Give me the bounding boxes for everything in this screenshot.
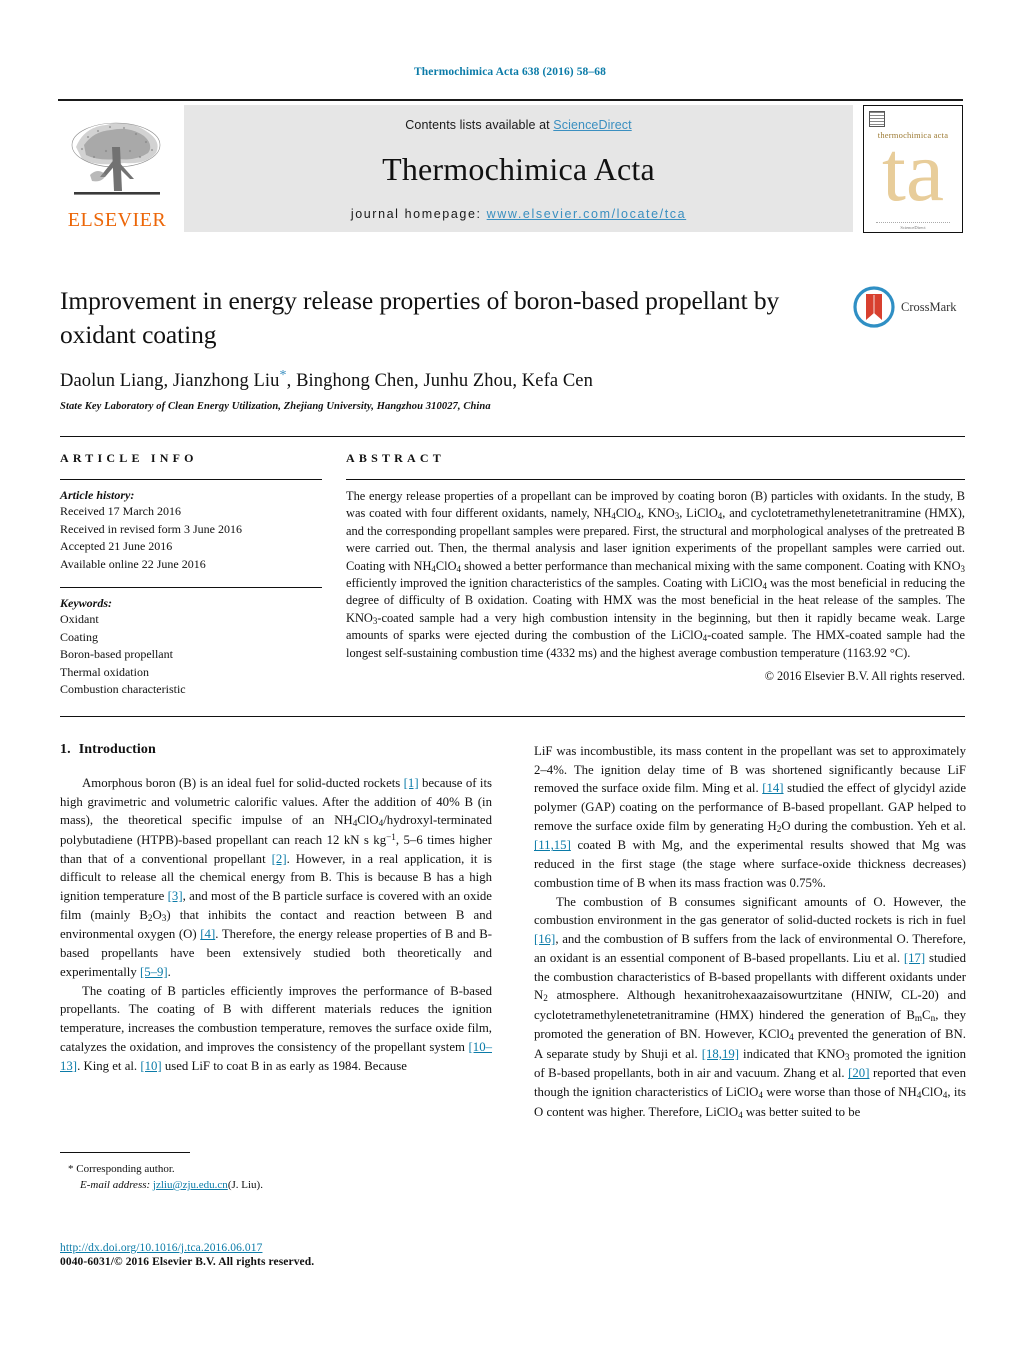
intro-paragraph-3: LiF was incombustible, its mass content …: [534, 744, 967, 890]
abstract-text: The energy release properties of a prope…: [346, 489, 966, 660]
article-info-column: ARTICLE INFO Article history: Received 1…: [60, 451, 322, 699]
crossmark-badge[interactable]: CrossMark: [853, 284, 965, 330]
keyword-item: Thermal oxidation: [60, 664, 149, 679]
footnote-block: * Corresponding author. E-mail address: …: [60, 1152, 492, 1194]
history-available-online: Available online 22 June 2016: [60, 556, 206, 571]
section-number: 1.: [60, 742, 71, 757]
author-list: Daolun Liang, Jianzhong Liu*, Binghong C…: [60, 368, 965, 392]
intro-paragraph-4: The combustion of B consumes significant…: [534, 894, 967, 1120]
citation-link[interactable]: [4]: [200, 927, 215, 941]
elsevier-logo: ELSEVIER: [58, 105, 176, 232]
title-block: Improvement in energy release properties…: [60, 284, 965, 412]
authors-part-1: Daolun Liang, Jianzhong Liu: [60, 370, 280, 391]
abstract-heading: ABSTRACT: [346, 451, 445, 465]
masthead-center: Contents lists available at ScienceDirec…: [184, 105, 853, 232]
history-accepted: Accepted 21 June 2016: [60, 539, 173, 554]
section-heading-introduction: 1. Introduction: [60, 742, 492, 758]
doi-block: http://dx.doi.org/10.1016/j.tca.2016.06.…: [60, 1238, 500, 1268]
citation-link[interactable]: [2]: [272, 852, 287, 866]
citation-link[interactable]: [1]: [404, 776, 419, 790]
elsevier-wordmark: ELSEVIER: [67, 209, 167, 231]
citation-link[interactable]: [11,15]: [534, 838, 571, 852]
article-info-divider: [60, 479, 322, 480]
email-owner: (J. Liu).: [227, 1178, 263, 1191]
email-note: E-mail address: jzliu@zju.edu.cn(J. Liu)…: [60, 1178, 492, 1194]
crossmark-label: CrossMark: [901, 299, 957, 314]
journal-title: Thermochimica Acta: [382, 151, 655, 187]
body-top-divider: [60, 716, 965, 717]
corresponding-author-marker: *: [279, 367, 287, 383]
doi-link[interactable]: http://dx.doi.org/10.1016/j.tca.2016.06.…: [60, 1242, 262, 1254]
abstract-column: ABSTRACT The energy release properties o…: [346, 451, 965, 699]
authors-part-2: , Binghong Chen, Junhu Zhou, Kefa Cen: [286, 370, 593, 391]
body-column-left: 1. Introduction Amorphous boron (B) is an…: [60, 742, 492, 1122]
cover-journal-title: thermochimica acta: [877, 130, 949, 140]
keyword-item: Boron-based propellant: [60, 647, 173, 662]
cover-monogram: ta: [881, 123, 945, 219]
keyword-item: Combustion characteristic: [60, 682, 186, 697]
intro-paragraph-1: Amorphous boron (B) is an ideal fuel for…: [60, 776, 492, 979]
citation-link[interactable]: [18,19]: [702, 1047, 739, 1061]
keywords-label: Keywords:: [60, 596, 112, 611]
history-revised: Received in revised form 3 June 2016: [60, 521, 242, 536]
corresponding-author-note: * Corresponding author.: [68, 1163, 175, 1175]
affiliation: State Key Laboratory of Clean Energy Uti…: [60, 400, 491, 412]
citation-link[interactable]: [20]: [848, 1066, 869, 1080]
article-info-heading: ARTICLE INFO: [60, 451, 198, 465]
crossmark-icon: [853, 286, 895, 328]
issn-copyright-line: 0040-6031/© 2016 Elsevier B.V. All right…: [60, 1256, 315, 1268]
abstract-copyright: © 2016 Elsevier B.V. All rights reserved…: [764, 668, 965, 683]
citation-link[interactable]: [14]: [762, 781, 783, 795]
sciencedirect-link[interactable]: ScienceDirect: [553, 118, 631, 132]
body-columns: 1. Introduction Amorphous boron (B) is an…: [60, 742, 966, 1122]
footnote-divider: [60, 1152, 190, 1153]
elsevier-tree-icon: [71, 122, 161, 195]
citation-link[interactable]: [16]: [534, 932, 555, 946]
intro-paragraph-2: The coating of B particles efficiently i…: [60, 983, 492, 1073]
citation-link[interactable]: [17]: [904, 951, 925, 965]
journal-cover-thumbnail: ta thermochimica acta ScienceDirect: [863, 105, 963, 233]
citation-link[interactable]: [10–13]: [60, 1040, 492, 1073]
citation-link[interactable]: [10]: [140, 1059, 161, 1073]
info-abstract-region: ARTICLE INFO Article history: Received 1…: [60, 436, 965, 699]
homepage-url-link[interactable]: www.elsevier.com/locate/tca: [487, 207, 687, 221]
abstract-divider: [346, 479, 965, 480]
cover-footer-text: ScienceDirect: [900, 225, 926, 230]
citation-link[interactable]: [5–9]: [140, 965, 168, 979]
journal-masthead: ELSEVIER Contents lists available at Sci…: [58, 99, 963, 233]
running-head: Thermochimica Acta 638 (2016) 58–68: [414, 66, 606, 78]
paper-page: Thermochimica Acta 638 (2016) 58–68 ELSE…: [0, 0, 1020, 1351]
contents-prefix: Contents lists available at: [405, 118, 554, 132]
keyword-item: Coating: [60, 629, 98, 644]
keyword-item: Oxidant: [60, 612, 99, 627]
email-link[interactable]: jzliu@zju.edu.cn: [153, 1179, 228, 1191]
history-received: Received 17 March 2016: [60, 504, 181, 518]
contents-available-line: Contents lists available at ScienceDirec…: [405, 118, 631, 132]
body-column-right: LiF was incombustible, its mass content …: [534, 742, 966, 1122]
keywords-divider: [60, 587, 322, 589]
section-title: Introduction: [78, 742, 156, 757]
homepage-prefix: journal homepage:: [350, 207, 487, 221]
journal-homepage-line: journal homepage: www.elsevier.com/locat…: [351, 207, 686, 221]
email-label: E-mail address:: [80, 1178, 151, 1191]
page-title: Improvement in energy release properties…: [60, 286, 780, 349]
citation-link[interactable]: [3]: [168, 889, 183, 903]
article-history-label: Article history:: [60, 488, 135, 502]
cover-divider: [876, 222, 950, 223]
